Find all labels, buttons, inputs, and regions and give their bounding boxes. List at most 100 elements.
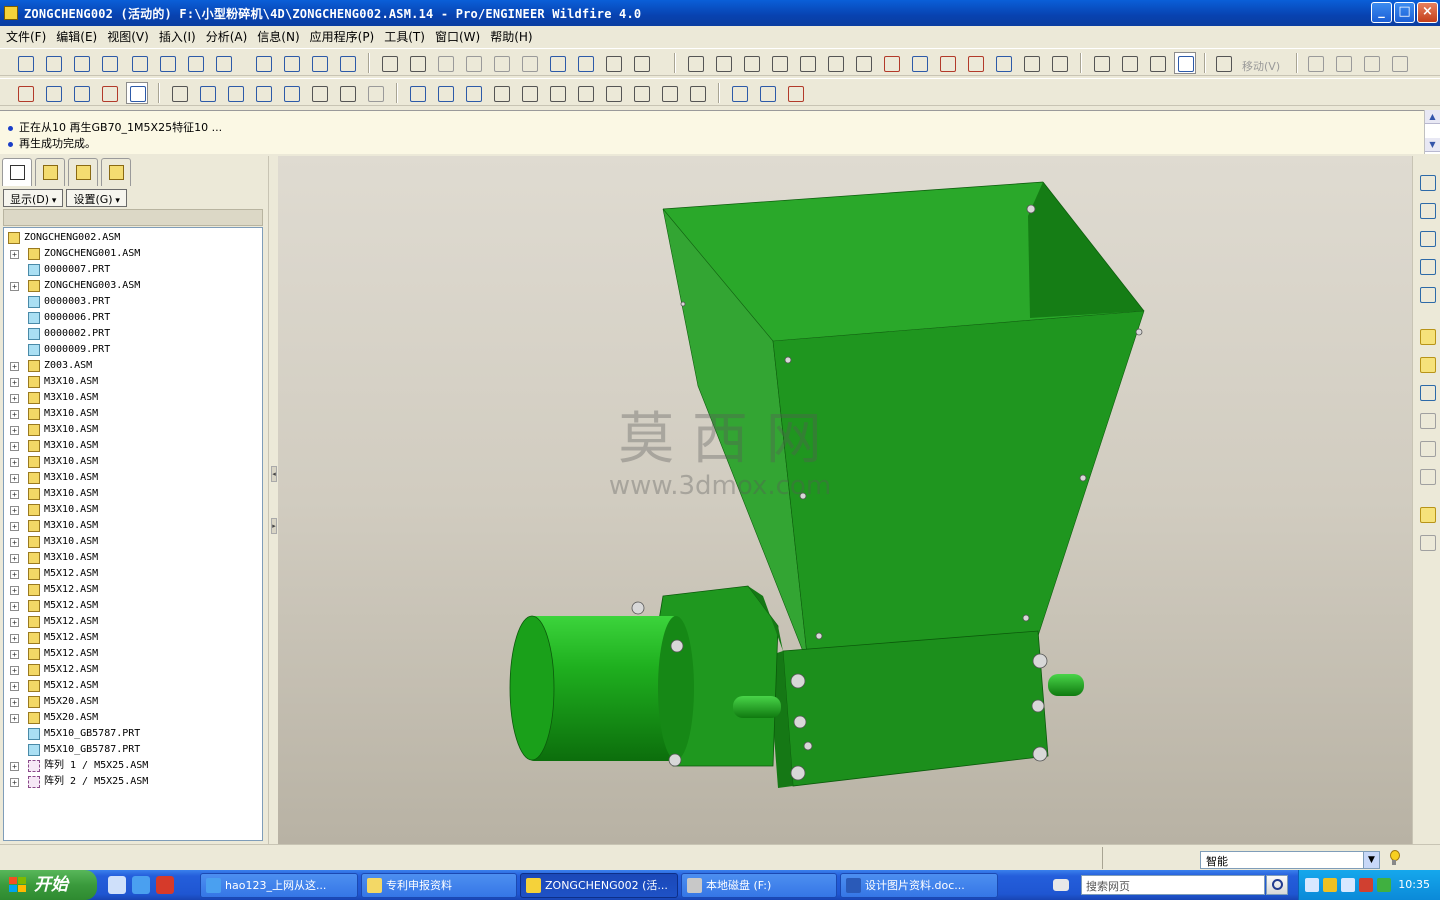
tree-item[interactable]: 0000002.PRT <box>4 326 262 342</box>
tree-item[interactable]: + M3X10.ASM <box>4 486 262 502</box>
datum-plane-icon[interactable] <box>42 52 64 74</box>
axis-tag-icon[interactable] <box>156 52 178 74</box>
assemble-icon[interactable] <box>1417 326 1439 348</box>
tree-item[interactable]: 0000009.PRT <box>4 342 262 358</box>
zoom-in-icon[interactable] <box>518 82 540 104</box>
copy-icon[interactable] <box>462 52 484 74</box>
diameter-icon[interactable] <box>796 52 818 74</box>
undo-icon[interactable] <box>378 52 400 74</box>
tree-item[interactable]: + Z003.ASM <box>4 358 262 374</box>
quicklaunch-app-icon[interactable] <box>156 876 174 894</box>
expand-icon[interactable]: + <box>10 650 19 659</box>
tree-item[interactable]: + M5X12.ASM <box>4 598 262 614</box>
plane-csys-icon[interactable] <box>98 52 120 74</box>
orient-mode-icon[interactable] <box>462 82 484 104</box>
task-word-doc[interactable]: 设计图片资料.doc... <box>840 873 998 898</box>
expand-icon[interactable]: + <box>10 394 19 403</box>
chamfer-icon[interactable] <box>1417 466 1439 488</box>
offset-analysis-icon[interactable] <box>936 52 958 74</box>
pan-icon[interactable] <box>490 82 512 104</box>
save-icon[interactable] <box>224 82 246 104</box>
reflection-icon[interactable] <box>1048 52 1070 74</box>
expand-icon[interactable]: + <box>10 714 19 723</box>
pattern-icon[interactable] <box>1360 52 1382 74</box>
graphics-window[interactable]: 莫 西 网 www.3dmox.com <box>278 156 1412 844</box>
close-button[interactable]: × <box>1417 2 1438 23</box>
menu-help[interactable]: 帮助(H) <box>488 28 540 45</box>
tab-favorites[interactable] <box>68 158 98 186</box>
expand-icon[interactable]: + <box>10 586 19 595</box>
tree-item[interactable]: + 阵列 2 / M5X25.ASM <box>4 774 262 790</box>
slope-icon[interactable] <box>1020 52 1042 74</box>
menu-view[interactable]: 视图(V) <box>105 28 157 45</box>
scroll-down-icon[interactable]: ▼ <box>1425 138 1440 152</box>
expand-icon[interactable]: + <box>10 538 19 547</box>
assembly-model[interactable]: 莫 西 网 www.3dmox.com <box>278 156 1412 844</box>
component-place-icon[interactable] <box>1417 172 1439 194</box>
expand-icon[interactable]: + <box>10 682 19 691</box>
display-dropdown[interactable]: 显示(D) <box>3 189 64 207</box>
expand-icon[interactable]: + <box>10 522 19 531</box>
panel-splitter[interactable]: ◂ ▸ <box>268 156 278 844</box>
task-patent-folder[interactable]: 专利申报资料 <box>361 873 517 898</box>
tree-item[interactable]: + M3X10.ASM <box>4 374 262 390</box>
spin-center-icon[interactable] <box>434 82 456 104</box>
csys-icon[interactable] <box>252 52 274 74</box>
point-display-icon[interactable] <box>98 82 120 104</box>
datum-axis-icon[interactable] <box>128 52 150 74</box>
crusher-box[interactable] <box>768 630 1049 788</box>
email-icon[interactable] <box>336 82 358 104</box>
expand-icon[interactable]: + <box>10 442 19 451</box>
plane-display-icon[interactable] <box>42 82 64 104</box>
tree-item[interactable]: + M3X10.ASM <box>4 470 262 486</box>
datum-point-icon[interactable] <box>212 52 234 74</box>
wireframe-icon[interactable] <box>1090 52 1112 74</box>
window-activate-icon[interactable] <box>728 82 750 104</box>
open-file-icon[interactable] <box>196 82 218 104</box>
backup-icon[interactable] <box>280 82 302 104</box>
angle-icon[interactable] <box>740 52 762 74</box>
tree-item[interactable]: + 阵列 1 / M5X25.ASM <box>4 758 262 774</box>
tree-item[interactable]: + M5X12.ASM <box>4 662 262 678</box>
keyboard-icon[interactable] <box>1053 879 1069 891</box>
expand-icon[interactable]: + <box>10 570 19 579</box>
menu-file[interactable]: 文件(F) <box>4 28 54 45</box>
tray-arrow-icon[interactable] <box>1305 878 1319 892</box>
expand-icon[interactable]: + <box>10 458 19 467</box>
tree-item[interactable]: + ZONGCHENG003.ASM <box>4 278 262 294</box>
paste-icon[interactable] <box>490 52 512 74</box>
show-desktop-icon[interactable] <box>108 876 126 894</box>
motor[interactable] <box>509 615 694 761</box>
cut-icon[interactable] <box>434 52 456 74</box>
shaft-right[interactable] <box>1048 674 1084 696</box>
send-link-icon[interactable] <box>364 82 386 104</box>
task-hao123[interactable]: hao123_上网从这... <box>200 873 358 898</box>
expand-icon[interactable]: + <box>10 410 19 419</box>
window-check-icon[interactable] <box>756 82 778 104</box>
tree-item[interactable]: + M5X12.ASM <box>4 614 262 630</box>
tree-item[interactable]: + M5X12.ASM <box>4 678 262 694</box>
tree-item[interactable]: + M5X12.ASM <box>4 582 262 598</box>
tree-item[interactable]: M5X10_GB5787.PRT <box>4 742 262 758</box>
draft-analysis-icon[interactable] <box>992 52 1014 74</box>
tree-item[interactable]: + M5X20.ASM <box>4 710 262 726</box>
section-analysis-icon[interactable] <box>908 52 930 74</box>
tab-model-tree[interactable] <box>2 158 32 186</box>
web-search-input[interactable]: 搜索网页 <box>1081 875 1265 895</box>
expand-icon[interactable]: + <box>10 602 19 611</box>
refit-icon[interactable] <box>574 82 596 104</box>
csys-display-icon[interactable] <box>14 82 36 104</box>
plane-icon[interactable] <box>70 52 92 74</box>
surface-icon[interactable] <box>1417 284 1439 306</box>
tab-connections[interactable] <box>101 158 131 186</box>
expand-icon[interactable]: + <box>10 282 19 291</box>
tree-item[interactable]: + M3X10.ASM <box>4 518 262 534</box>
expand-icon[interactable]: + <box>10 666 19 675</box>
csys-tag-icon[interactable] <box>308 52 330 74</box>
expand-icon[interactable]: + <box>10 778 19 787</box>
round-icon[interactable] <box>1417 438 1439 460</box>
tree-item[interactable]: + M3X10.ASM <box>4 550 262 566</box>
annotation-icon[interactable] <box>336 52 358 74</box>
settings-dropdown[interactable]: 设置(G) <box>66 189 127 207</box>
shading-icon[interactable] <box>1174 52 1196 74</box>
